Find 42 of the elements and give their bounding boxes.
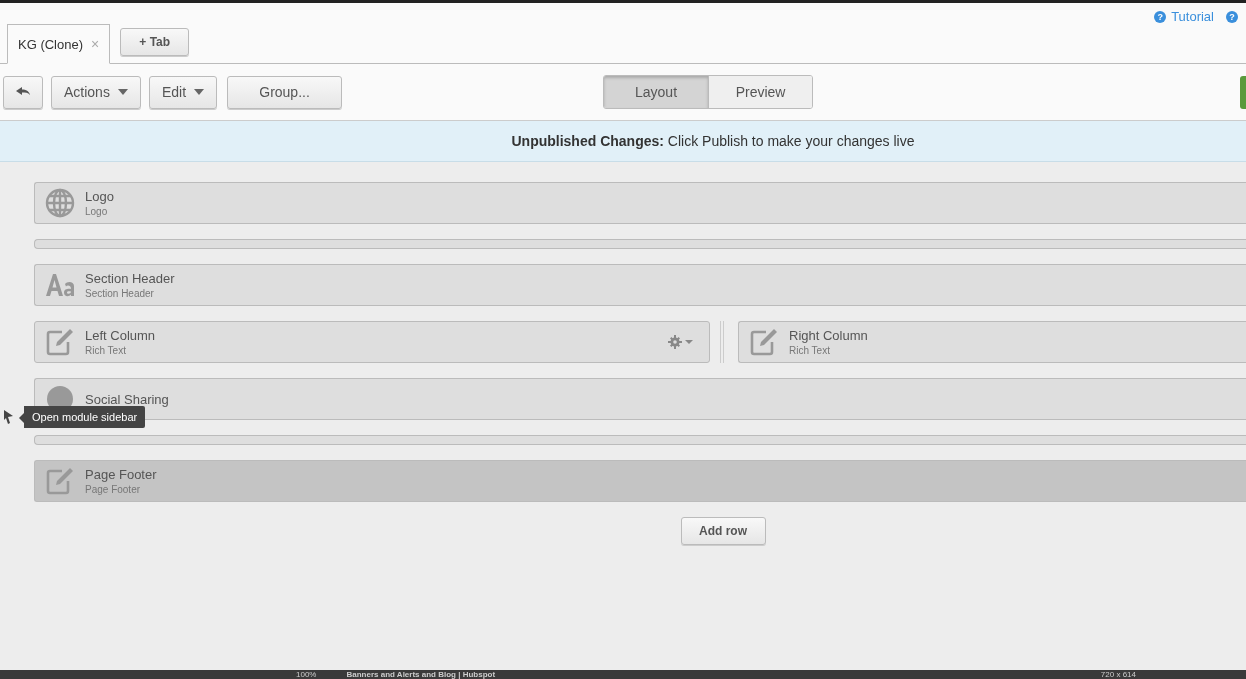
module-row[interactable]: Page Footer Page Footer (34, 460, 1246, 502)
module-type: Section Header (85, 288, 155, 299)
add-tab-button[interactable]: + Tab (120, 28, 190, 56)
module-title: Logo (85, 189, 114, 204)
back-arrow-icon (16, 87, 30, 97)
edit-icon (45, 327, 75, 357)
module-row[interactable]: Section Header Section Header (34, 264, 1246, 306)
tooltip: Open module sidebar (19, 406, 146, 428)
help-icon: ? (1154, 10, 1167, 23)
help-icon[interactable]: ? (1226, 10, 1238, 23)
tab-label: KG (Clone) (18, 36, 84, 52)
back-button[interactable] (3, 75, 43, 109)
caret-icon (194, 89, 205, 95)
module-title: Left Column (85, 328, 156, 343)
column-module[interactable]: Right Column Rich Text (738, 321, 1246, 363)
view-toggle-button[interactable]: Layout (604, 76, 709, 108)
column-module[interactable]: Left Column Rich Text (34, 321, 710, 363)
group-button[interactable]: Group... (227, 75, 343, 109)
dropdown-button[interactable]: Actions (51, 75, 141, 109)
add-row-button[interactable]: Add row (680, 517, 766, 545)
module-title: Social Sharing (85, 391, 169, 407)
module-title: Right Column (789, 328, 868, 343)
globe-icon (45, 188, 75, 218)
strip-text: Banners and Alerts and Blog | Hubspot (346, 670, 496, 679)
module-title: Section Header (85, 271, 175, 286)
caret-icon (117, 89, 128, 95)
editor-tab[interactable]: KG (Clone) × (7, 24, 111, 64)
module-type: Rich Text (85, 345, 127, 356)
module-type: Logo (85, 206, 109, 217)
notice-text: Unpublished Changes: Click Publish to make your changes live (511, 133, 915, 149)
tutorial-link[interactable]: Tutorial (1171, 9, 1214, 24)
dropdown-button[interactable]: Edit (148, 75, 218, 109)
view-toggle-button[interactable]: Preview (708, 76, 813, 108)
module-title: Page Footer (85, 467, 157, 482)
settings-icon[interactable] (667, 334, 695, 350)
module-row[interactable]: Logo Logo (34, 182, 1246, 224)
strip-text: 720 x 614 (1100, 670, 1136, 679)
edit-icon (749, 327, 779, 357)
strip-text: 100% (296, 670, 317, 679)
module-type: Rich Text (789, 345, 831, 356)
module-type: Page Footer (85, 484, 142, 495)
edit-icon (45, 466, 75, 496)
